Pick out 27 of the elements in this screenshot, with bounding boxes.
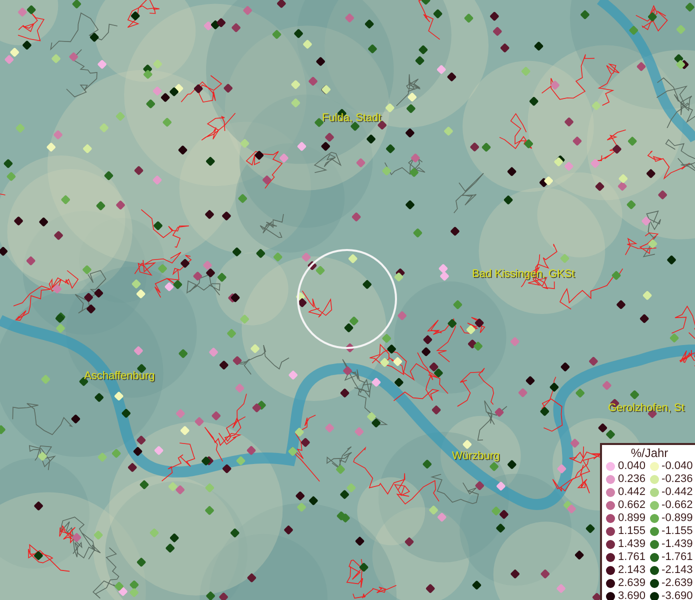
- legend-label: 0.236: [618, 473, 646, 486]
- place-label: Würzburg: [452, 450, 500, 462]
- legend-label: -3.690: [662, 590, 693, 600]
- legend-label: 2.143: [618, 564, 646, 577]
- legend-label: 1.155: [618, 525, 646, 538]
- legend-title: %/Jahr: [630, 447, 670, 460]
- legend-label: -0.442: [662, 486, 693, 499]
- legend-label: -1.439: [662, 538, 693, 551]
- legend-label: 0.662: [618, 499, 646, 512]
- legend-label: 0.899: [618, 512, 646, 525]
- legend-label: 0.442: [618, 486, 646, 499]
- legend-label: -1.155: [662, 525, 693, 538]
- legend-label: -2.143: [662, 564, 693, 577]
- legend-label: 1.761: [618, 551, 646, 564]
- place-label: Aschaffenburg: [84, 370, 155, 382]
- legend-label: -0.040: [662, 460, 693, 473]
- legend-label: -2.639: [662, 577, 693, 590]
- legend-label: 3.690: [618, 590, 646, 600]
- place-label: Gerolzhofen, St: [608, 402, 684, 414]
- legend-label: -0.899: [662, 512, 693, 525]
- legend-label: -0.662: [662, 499, 693, 512]
- legend-label: -1.761: [662, 551, 693, 564]
- legend-label: 0.040: [618, 460, 646, 473]
- legend-label: -0.236: [662, 473, 693, 486]
- legend-label: 2.639: [618, 577, 646, 590]
- legend-label: 1.439: [618, 538, 646, 551]
- place-label: Fulda, Stadt: [322, 112, 382, 124]
